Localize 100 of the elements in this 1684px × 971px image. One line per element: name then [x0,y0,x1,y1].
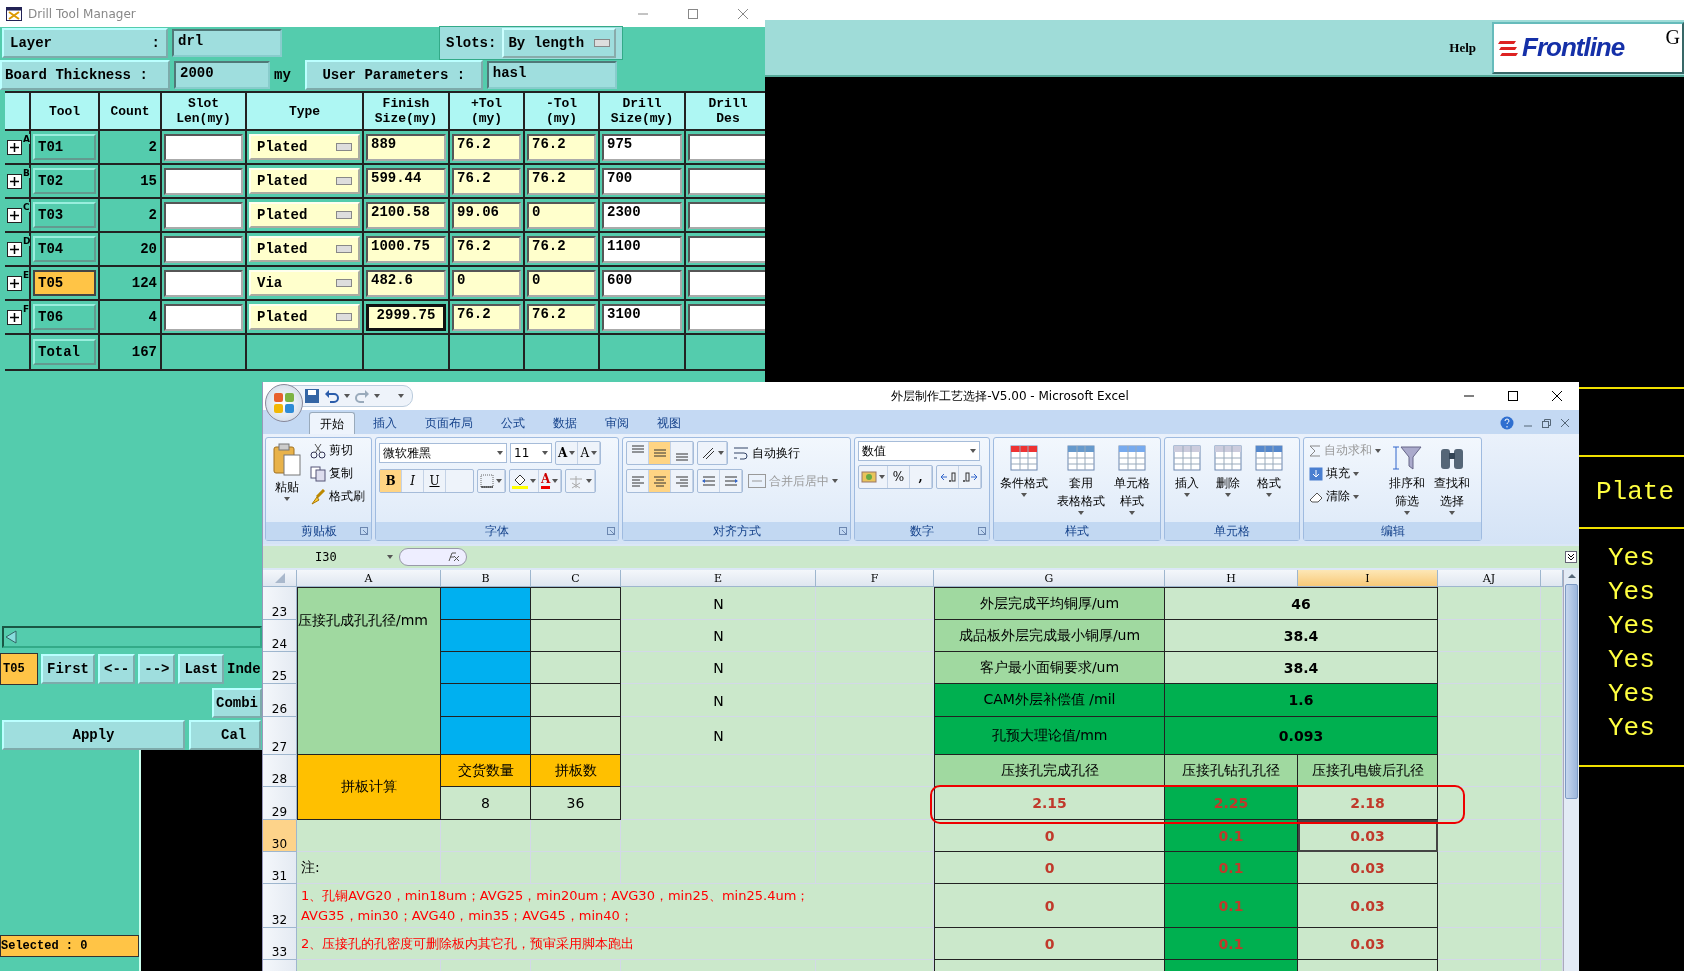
ribbon-tab[interactable]: 公式 [491,412,535,434]
ribbon-tab[interactable]: 开始 [309,412,355,434]
drill-description-field[interactable] [688,167,765,195]
paste-button[interactable]: 粘贴 [269,441,305,519]
name-box[interactable]: I30 [263,547,399,567]
font-size-field[interactable]: 11 [510,443,552,463]
font-name-field[interactable]: 微软雅黑 [379,443,507,463]
drill-size-field[interactable]: 600 [602,269,682,297]
number-format-field[interactable]: 数值 [858,441,980,461]
column-header[interactable]: I [1298,570,1438,587]
plus-tolerance-field[interactable]: 76.2 [452,167,521,195]
navigation-button[interactable]: --> [138,654,176,684]
scrollbar-thumb[interactable] [1565,584,1578,799]
grow-font-button[interactable]: A [556,442,579,464]
conditional-format-button[interactable]: 条件格式 [997,441,1051,519]
help-menu[interactable]: Help [1449,39,1476,56]
column-header[interactable]: F [816,570,934,587]
ribbon-tab[interactable]: 插入 [363,412,407,434]
row-header[interactable]: 24 [263,620,297,652]
tool-button[interactable]: T01 [33,134,96,160]
tool-button[interactable]: T05 [33,270,96,296]
finish-size-field[interactable]: 1000.75 [366,235,446,263]
format-button[interactable]: 格式 [1250,441,1288,519]
drill-size-field[interactable]: 700 [602,167,682,195]
minus-tolerance-field[interactable]: 76.2 [527,133,596,161]
slots-dropdown[interactable]: By length [502,28,617,58]
slot-length-field[interactable] [164,269,243,297]
column-header[interactable]: B [441,570,531,587]
type-dropdown[interactable]: Via [249,270,360,296]
finish-size-field[interactable]: 599.44 [366,167,446,195]
navigation-button[interactable]: <-- [98,654,136,684]
finish-size-field[interactable]: 2999.75 [366,303,446,331]
fill-button[interactable]: 填充 [1307,464,1383,483]
tool-button[interactable]: T03 [33,202,96,228]
shrink-font-button[interactable]: A [578,442,601,464]
finish-size-field[interactable]: 482.6 [366,269,446,297]
minus-tolerance-field[interactable]: 0 [527,269,596,297]
row-header[interactable]: 28 [263,755,297,787]
minus-tolerance-field[interactable]: 76.2 [527,167,596,195]
slot-length-field[interactable] [164,133,243,161]
column-header[interactable]: E [621,570,816,587]
type-dropdown[interactable]: Plated [249,168,360,194]
row-header[interactable]: 29 [263,787,297,820]
slot-length-field[interactable] [164,303,243,331]
combine-button[interactable]: Combi [212,688,262,718]
plus-tolerance-field[interactable]: 76.2 [452,303,521,331]
drill-description-field[interactable] [688,235,765,263]
find-select-button[interactable]: 查找和 选择 [1431,441,1473,519]
plus-tolerance-field[interactable]: 76.2 [452,235,521,263]
slot-length-field[interactable] [164,235,243,263]
percent-button[interactable]: % [888,466,910,488]
drill-description-field[interactable] [688,201,765,229]
insert-button[interactable]: 插入 [1168,441,1206,519]
expand-icon[interactable] [7,139,22,155]
slot-length-field[interactable] [164,201,243,229]
clear-button[interactable]: 清除 [1307,487,1383,506]
delete-button[interactable]: 删除 [1209,441,1247,519]
currency-button[interactable] [859,466,888,488]
tool-button[interactable]: T02 [33,168,96,194]
vertical-scrollbar[interactable] [1563,570,1579,971]
fill-color-button[interactable] [510,470,539,492]
vertical-align-button[interactable] [649,442,671,464]
column-header[interactable]: G [934,570,1165,587]
layer-field[interactable]: drl [172,29,282,57]
borders-button[interactable] [478,470,505,492]
font-style-button[interactable]: B [380,470,402,492]
type-dropdown[interactable]: Plated [249,134,360,160]
user-parameters-button[interactable]: User Parameters : [304,60,483,90]
ribbon-tab[interactable]: 页面布局 [415,412,483,434]
format-painter-button[interactable]: 格式刷 [308,487,367,506]
tool-button[interactable]: T06 [33,304,96,330]
plus-tolerance-field[interactable]: 76.2 [452,133,521,161]
horizontal-align-button[interactable] [649,470,671,492]
expand-icon[interactable] [7,207,22,223]
row-header[interactable]: 31 [263,852,297,884]
table-format-button[interactable]: 套用 表格格式 [1054,441,1108,519]
column-header[interactable]: A [297,570,441,587]
copy-button[interactable]: 复制 [308,464,367,483]
plus-tolerance-field[interactable]: 99.06 [452,201,521,229]
minus-tolerance-field[interactable]: 0 [527,201,596,229]
slot-length-field[interactable] [164,167,243,195]
column-header[interactable]: AJ [1438,570,1541,587]
column-header[interactable]: C [531,570,621,587]
plus-tolerance-field[interactable]: 0 [452,269,521,297]
board-thickness-field[interactable]: 2000 [174,61,270,89]
navigation-button[interactable]: Last [178,654,225,684]
comma-button[interactable]: , [910,466,932,488]
expand-icon[interactable] [7,275,22,291]
row-header[interactable]: 33 [263,928,297,960]
row-header[interactable]: 30 [263,820,297,852]
drill-description-field[interactable] [688,303,765,331]
type-dropdown[interactable]: Plated [249,236,360,262]
ribbon-tab[interactable]: 审阅 [595,412,639,434]
row-header[interactable]: 26 [263,684,297,717]
sort-filter-button[interactable]: 排序和 筛选 [1386,441,1428,519]
expand-icon[interactable] [7,309,22,325]
drill-size-field[interactable]: 2300 [602,201,682,229]
cancel-button[interactable]: Cal [189,720,261,750]
user-parameters-field[interactable]: hasl [486,61,617,89]
column-header[interactable]: H [1165,570,1298,587]
